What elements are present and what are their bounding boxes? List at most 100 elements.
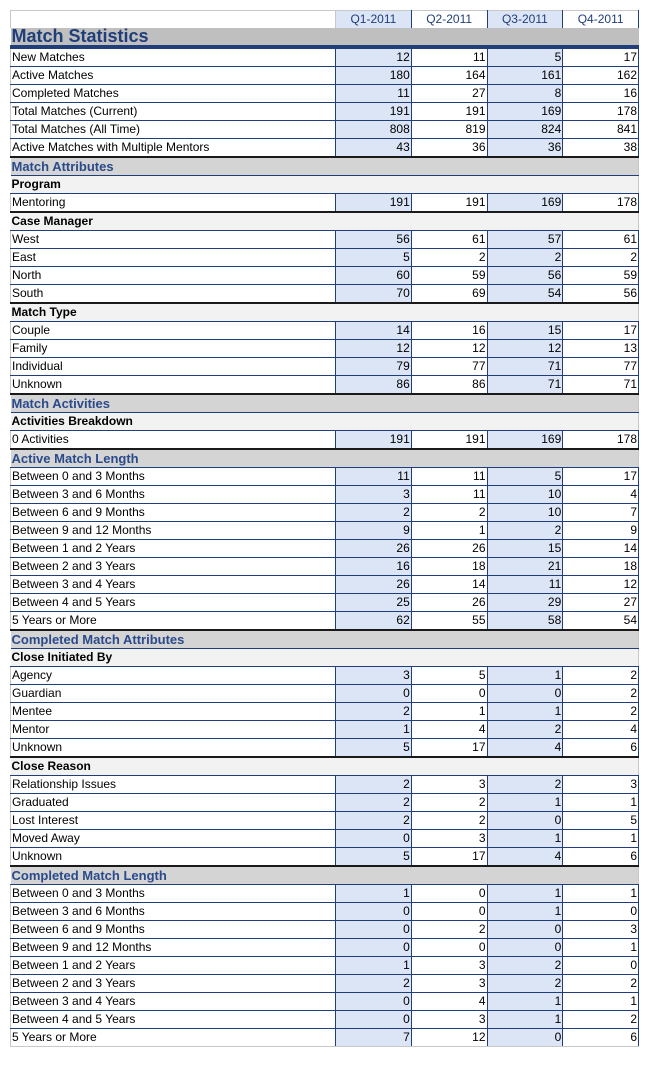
- value-cell-q3[interactable]: 824: [486, 120, 564, 139]
- value-cell-q1[interactable]: 0: [335, 902, 412, 921]
- value-cell-q1[interactable]: 1: [335, 956, 412, 975]
- value-cell-q4[interactable]: 54: [562, 611, 639, 631]
- value-cell-q2[interactable]: 14: [410, 575, 488, 594]
- value-cell-q2[interactable]: 27: [410, 84, 488, 103]
- value-cell-q2[interactable]: 0: [410, 902, 488, 921]
- row-label[interactable]: North: [10, 266, 336, 285]
- value-cell-q2[interactable]: 55: [410, 611, 488, 631]
- value-cell-q2[interactable]: 86: [410, 375, 488, 395]
- value-cell-q3[interactable]: 1: [486, 1010, 564, 1029]
- value-cell-q4[interactable]: 2: [562, 974, 639, 993]
- value-cell-q3[interactable]: 12: [486, 339, 564, 358]
- value-cell-q3[interactable]: 11: [486, 575, 564, 594]
- value-cell-q3[interactable]: 169: [486, 102, 564, 121]
- value-cell-q1[interactable]: 3: [335, 485, 412, 504]
- row-label[interactable]: Between 3 and 6 Months: [10, 485, 336, 504]
- value-cell-q3[interactable]: 57: [486, 230, 564, 249]
- value-cell-q4[interactable]: 4: [562, 720, 639, 739]
- value-cell-q2[interactable]: 2: [410, 811, 488, 830]
- value-cell-q2[interactable]: 164: [410, 66, 488, 85]
- value-cell-q1[interactable]: 1: [335, 884, 412, 903]
- value-cell-q2[interactable]: 3: [410, 956, 488, 975]
- value-cell-q2[interactable]: 61: [410, 230, 488, 249]
- value-cell-q3[interactable]: 58: [486, 611, 564, 631]
- value-cell-q2[interactable]: 11: [410, 485, 488, 504]
- column-header-q4[interactable]: Q4-2011: [562, 10, 639, 28]
- value-cell-q3[interactable]: 71: [486, 375, 564, 395]
- row-label[interactable]: Couple: [10, 321, 336, 340]
- row-label[interactable]: Relationship Issues: [10, 775, 336, 794]
- value-cell-q1[interactable]: 60: [335, 266, 412, 285]
- row-label[interactable]: Lost Interest: [10, 811, 336, 830]
- value-cell-q4[interactable]: 16: [562, 84, 639, 103]
- value-cell-q2[interactable]: 0: [410, 938, 488, 957]
- value-cell-q3[interactable]: 5: [486, 46, 564, 67]
- value-cell-q4[interactable]: 6: [562, 847, 639, 867]
- value-cell-q4[interactable]: 3: [562, 775, 639, 794]
- value-cell-q4[interactable]: 27: [562, 593, 639, 612]
- value-cell-q2[interactable]: 1: [410, 702, 488, 721]
- value-cell-q2[interactable]: 4: [410, 720, 488, 739]
- value-cell-q2[interactable]: 819: [410, 120, 488, 139]
- value-cell-q2[interactable]: 191: [410, 430, 488, 450]
- value-cell-q4[interactable]: 2: [562, 702, 639, 721]
- value-cell-q3[interactable]: 169: [486, 430, 564, 450]
- value-cell-q3[interactable]: 0: [486, 811, 564, 830]
- value-cell-q1[interactable]: 5: [335, 847, 412, 867]
- value-cell-q2[interactable]: 0: [410, 884, 488, 903]
- value-cell-q2[interactable]: 17: [410, 738, 488, 758]
- value-cell-q4[interactable]: 17: [562, 321, 639, 340]
- value-cell-q3[interactable]: 0: [486, 684, 564, 703]
- value-cell-q1[interactable]: 43: [335, 138, 412, 158]
- value-cell-q4[interactable]: 7: [562, 503, 639, 522]
- value-cell-q1[interactable]: 11: [335, 467, 412, 486]
- row-label[interactable]: West: [10, 230, 336, 249]
- value-cell-q4[interactable]: 61: [562, 230, 639, 249]
- value-cell-q3[interactable]: 2: [486, 248, 564, 267]
- value-cell-q2[interactable]: 77: [410, 357, 488, 376]
- value-cell-q4[interactable]: 1: [562, 938, 639, 957]
- value-cell-q1[interactable]: 191: [335, 102, 412, 121]
- row-label[interactable]: Unknown: [10, 738, 336, 758]
- value-cell-q1[interactable]: 70: [335, 284, 412, 304]
- row-label[interactable]: Between 1 and 2 Years: [10, 956, 336, 975]
- row-label[interactable]: Guardian: [10, 684, 336, 703]
- value-cell-q3[interactable]: 4: [486, 847, 564, 867]
- value-cell-q3[interactable]: 10: [486, 503, 564, 522]
- value-cell-q3[interactable]: 1: [486, 666, 564, 685]
- value-cell-q4[interactable]: 3: [562, 920, 639, 939]
- value-cell-q4[interactable]: 1: [562, 884, 639, 903]
- value-cell-q1[interactable]: 808: [335, 120, 412, 139]
- value-cell-q3[interactable]: 56: [486, 266, 564, 285]
- value-cell-q4[interactable]: 71: [562, 375, 639, 395]
- value-cell-q3[interactable]: 1: [486, 884, 564, 903]
- value-cell-q4[interactable]: 178: [562, 102, 639, 121]
- value-cell-q1[interactable]: 12: [335, 339, 412, 358]
- value-cell-q1[interactable]: 9: [335, 521, 412, 540]
- value-cell-q2[interactable]: 18: [410, 557, 488, 576]
- row-label[interactable]: 5 Years or More: [10, 611, 336, 631]
- row-label[interactable]: Mentoring: [10, 193, 336, 213]
- row-label[interactable]: Completed Matches: [10, 84, 336, 103]
- value-cell-q1[interactable]: 180: [335, 66, 412, 85]
- value-cell-q4[interactable]: 14: [562, 539, 639, 558]
- value-cell-q4[interactable]: 13: [562, 339, 639, 358]
- value-cell-q3[interactable]: 2: [486, 775, 564, 794]
- value-cell-q1[interactable]: 26: [335, 575, 412, 594]
- value-cell-q3[interactable]: 71: [486, 357, 564, 376]
- value-cell-q1[interactable]: 0: [335, 938, 412, 957]
- value-cell-q2[interactable]: 12: [410, 1028, 488, 1047]
- value-cell-q4[interactable]: 77: [562, 357, 639, 376]
- value-cell-q4[interactable]: 9: [562, 521, 639, 540]
- value-cell-q4[interactable]: 12: [562, 575, 639, 594]
- row-label[interactable]: Between 4 and 5 Years: [10, 1010, 336, 1029]
- row-label[interactable]: New Matches: [10, 46, 336, 67]
- value-cell-q2[interactable]: 2: [410, 503, 488, 522]
- row-label[interactable]: Total Matches (Current): [10, 102, 336, 121]
- value-cell-q2[interactable]: 16: [410, 321, 488, 340]
- value-cell-q3[interactable]: 1: [486, 829, 564, 848]
- value-cell-q3[interactable]: 2: [486, 521, 564, 540]
- value-cell-q2[interactable]: 26: [410, 593, 488, 612]
- value-cell-q4[interactable]: 1: [562, 829, 639, 848]
- value-cell-q1[interactable]: 79: [335, 357, 412, 376]
